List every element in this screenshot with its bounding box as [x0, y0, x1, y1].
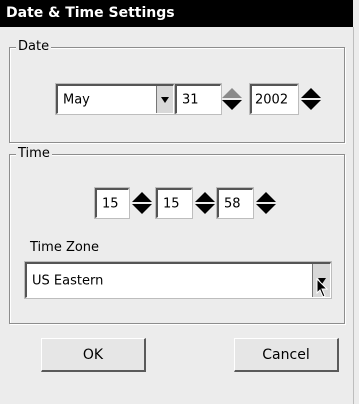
- timezone-select[interactable]: US Eastern: [24, 261, 332, 299]
- spin-down-icon[interactable]: [301, 100, 321, 110]
- time-group: Time 15 15 58 Time Zone US Eastern: [9, 146, 345, 324]
- year-spinner[interactable]: [300, 84, 322, 114]
- hour-spinner[interactable]: [131, 188, 153, 218]
- day-value: 31: [182, 92, 199, 107]
- minute-value: 15: [163, 196, 180, 211]
- spin-up-icon[interactable]: [222, 88, 242, 98]
- spin-down-icon[interactable]: [195, 204, 215, 214]
- second-value: 58: [224, 196, 241, 211]
- second-spinner[interactable]: [255, 188, 277, 218]
- day-field[interactable]: 31: [174, 83, 222, 115]
- mouse-pointer-icon: [316, 278, 329, 298]
- spin-up-icon[interactable]: [195, 192, 215, 202]
- time-legend: Time: [16, 146, 52, 162]
- spin-up-icon[interactable]: [256, 192, 276, 202]
- date-legend: Date: [16, 39, 52, 55]
- date-group: Date May 31 2002: [9, 39, 345, 143]
- spin-up-icon[interactable]: [132, 192, 152, 202]
- spin-down-icon[interactable]: [132, 204, 152, 214]
- spin-down-icon[interactable]: [256, 204, 276, 214]
- spin-down-icon[interactable]: [222, 100, 242, 110]
- month-select[interactable]: May: [55, 83, 175, 115]
- timezone-label: Time Zone: [30, 240, 100, 255]
- chevron-down-icon: [161, 96, 169, 103]
- year-field[interactable]: 2002: [249, 83, 299, 115]
- cancel-button[interactable]: Cancel: [234, 338, 339, 372]
- month-value: May: [63, 92, 90, 107]
- spin-up-icon[interactable]: [301, 88, 321, 98]
- timezone-value: US Eastern: [32, 273, 104, 288]
- month-dropdown-button[interactable]: [156, 86, 173, 113]
- hour-field[interactable]: 15: [94, 187, 130, 219]
- window-title: Date & Time Settings: [0, 0, 353, 27]
- second-field[interactable]: 58: [216, 187, 254, 219]
- year-value: 2002: [255, 92, 289, 107]
- ok-button[interactable]: OK: [41, 338, 146, 372]
- minute-spinner[interactable]: [194, 188, 216, 218]
- minute-field[interactable]: 15: [155, 187, 193, 219]
- hour-value: 15: [102, 196, 119, 211]
- day-spinner[interactable]: [221, 84, 243, 114]
- dialog-window: Date May 31 2002 Time 15 15 58 Time Zone…: [0, 27, 354, 404]
